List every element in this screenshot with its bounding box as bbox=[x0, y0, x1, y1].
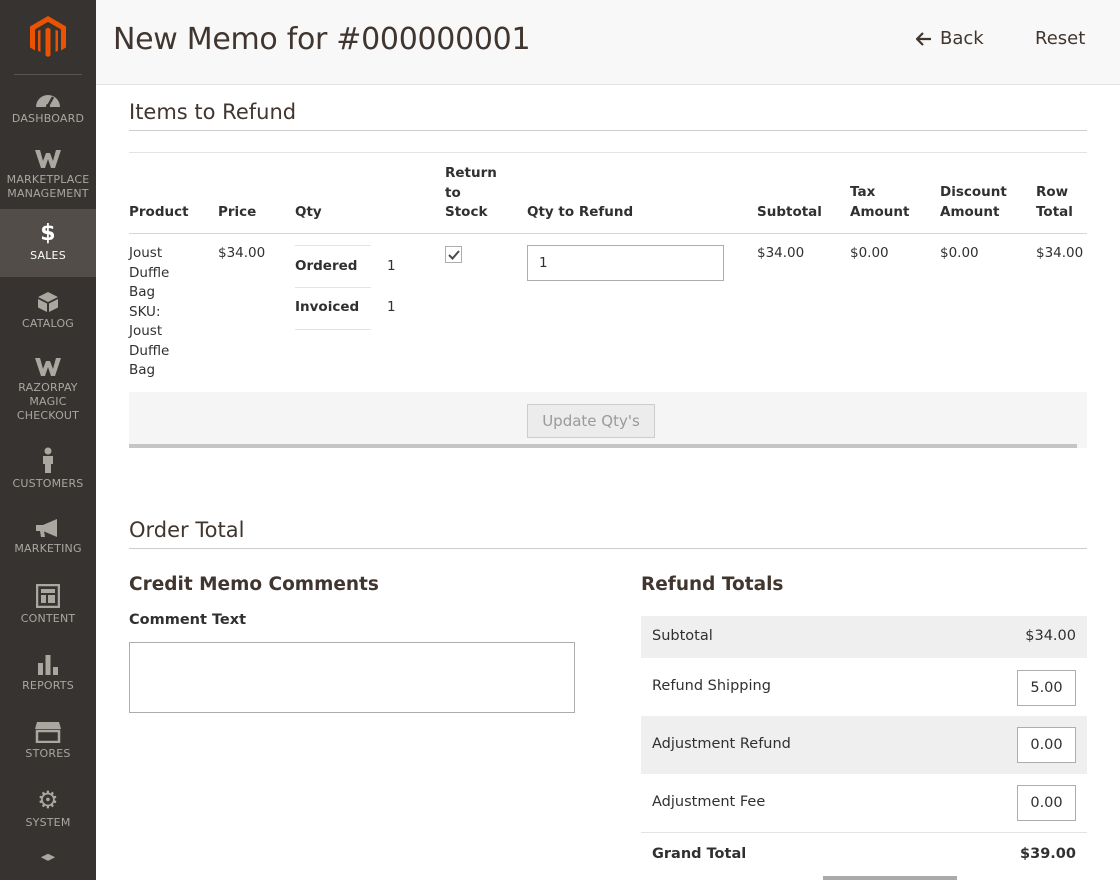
scroll-indicator bbox=[129, 444, 1077, 448]
sidebar-item-label: MARKETPLACE MANAGEMENT bbox=[6, 173, 90, 200]
credit-memo-comments-title: Credit Memo Comments bbox=[129, 574, 379, 595]
reset-button[interactable]: Reset bbox=[1035, 28, 1085, 49]
sidebar-item-label: SALES bbox=[30, 249, 66, 262]
subtotal-label: Subtotal bbox=[652, 628, 713, 644]
items-table: Product Price Qty Return to Stock Qty to… bbox=[129, 152, 1087, 448]
col-discount-amount: Discount Amount bbox=[940, 184, 1007, 220]
adjustment-fee-input[interactable]: 0.00 bbox=[1017, 785, 1076, 821]
sidebar-item-reports[interactable]: REPORTS bbox=[0, 639, 96, 707]
col-qty: Qty bbox=[295, 204, 322, 220]
price-cell: $34.00 bbox=[218, 245, 266, 261]
subtotal-cell: $34.00 bbox=[757, 245, 805, 261]
sidebar-item-stores[interactable]: STORES bbox=[0, 707, 96, 775]
checkmark-icon bbox=[447, 249, 460, 260]
qty-ordered-row: Ordered 1 bbox=[295, 245, 396, 288]
sidebar-item-dashboard[interactable]: DASHBOARD bbox=[0, 75, 96, 141]
adjustment-refund-label: Adjustment Refund bbox=[652, 736, 791, 752]
sidebar-item-sales[interactable]: $ SALES bbox=[0, 209, 96, 277]
invoiced-label: Invoiced bbox=[295, 299, 360, 315]
order-total-title: Order Total bbox=[129, 518, 1087, 549]
discount-amount-cell: $0.00 bbox=[940, 245, 979, 261]
update-qty-button[interactable]: Update Qty's bbox=[527, 404, 655, 438]
megaphone-icon bbox=[36, 519, 57, 537]
sidebar-item-label: CONTENT bbox=[20, 612, 76, 625]
adjustment-fee-row: Adjustment Fee 0.00 bbox=[641, 774, 1087, 833]
comment-text-field[interactable] bbox=[129, 642, 575, 713]
adjustment-refund-input[interactable]: 0.00 bbox=[1017, 727, 1076, 763]
sidebar-item-label: DASHBOARD bbox=[11, 112, 85, 125]
sku-label: SKU: bbox=[129, 303, 161, 320]
back-button[interactable]: Back bbox=[916, 28, 984, 49]
sidebar-item-label: MARKETING bbox=[14, 542, 82, 555]
ordered-value: 1 bbox=[387, 258, 396, 274]
comment-text-label: Comment Text bbox=[129, 612, 247, 628]
page-title: New Memo for #000000001 bbox=[113, 22, 531, 57]
adjustment-fee-label: Adjustment Fee bbox=[652, 794, 766, 810]
box-icon bbox=[40, 853, 56, 861]
col-tax-amount: Tax Amount bbox=[850, 184, 910, 220]
invoiced-value: 1 bbox=[387, 299, 396, 315]
refund-button-edge[interactable] bbox=[823, 876, 957, 880]
order-total-section: Order Total bbox=[129, 518, 1087, 549]
box-icon bbox=[38, 292, 58, 312]
page-header: New Memo for #000000001 Back Reset bbox=[96, 0, 1120, 85]
sidebar-item-razorpay[interactable]: RAZORPAY MAGIC CHECKOUT bbox=[0, 345, 96, 435]
grand-total-row: Grand Total $39.00 bbox=[641, 833, 1087, 873]
col-subtotal: Subtotal bbox=[757, 204, 822, 220]
sidebar-item-customers[interactable]: CUSTOMERS bbox=[0, 435, 96, 503]
refund-shipping-label: Refund Shipping bbox=[652, 678, 771, 694]
col-qty-to-refund: Qty to Refund bbox=[527, 204, 634, 220]
magento-logo[interactable] bbox=[0, 0, 96, 74]
razorpay-icon bbox=[35, 358, 61, 376]
col-row-total: Row Total bbox=[1036, 184, 1073, 220]
return-to-stock-checkbox[interactable] bbox=[445, 246, 462, 263]
col-product: Product bbox=[129, 204, 189, 220]
sidebar-item-label: CATALOG bbox=[21, 317, 75, 330]
header-divider bbox=[129, 233, 1087, 234]
grand-total-value: $39.00 bbox=[1020, 846, 1076, 862]
marketplace-icon bbox=[35, 150, 61, 168]
bar-chart-icon bbox=[38, 655, 58, 675]
layout-icon bbox=[36, 584, 60, 608]
admin-sidebar: DASHBOARD MARKETPLACE MANAGEMENT $ SALES… bbox=[0, 0, 96, 880]
storefront-icon bbox=[35, 722, 61, 743]
refund-shipping-row: Refund Shipping 5.00 bbox=[641, 658, 1087, 716]
col-return-to-stock: Return to Stock bbox=[445, 165, 497, 220]
dashboard-icon bbox=[36, 95, 60, 108]
arrow-left-icon bbox=[916, 31, 931, 46]
tax-amount-cell: $0.00 bbox=[850, 245, 889, 261]
subtotal-value: $34.00 bbox=[1025, 628, 1076, 644]
sidebar-item-marketing[interactable]: MARKETING bbox=[0, 503, 96, 571]
sidebar-item-marketplace[interactable]: MARKETPLACE MANAGEMENT bbox=[0, 141, 96, 209]
product-cell: Joust Duffle Bag SKU: Joust Duffle Bag bbox=[129, 244, 185, 381]
items-to-refund-title: Items to Refund bbox=[129, 100, 1087, 131]
sidebar-item-label: SYSTEM bbox=[25, 816, 71, 829]
sidebar-item-content[interactable]: CONTENT bbox=[0, 571, 96, 639]
dollar-icon: $ bbox=[40, 221, 56, 246]
ordered-label: Ordered bbox=[295, 258, 358, 274]
update-qty-bar: Update Qty's bbox=[129, 392, 1087, 448]
sidebar-item-label: RAZORPAY MAGIC CHECKOUT bbox=[16, 381, 80, 422]
person-icon bbox=[43, 447, 53, 473]
col-price: Price bbox=[218, 204, 257, 220]
gear-icon: ⚙ bbox=[37, 786, 59, 814]
qty-to-refund-input[interactable]: 1 bbox=[527, 245, 724, 281]
sidebar-item-label: REPORTS bbox=[22, 679, 74, 692]
subtotal-row: Subtotal $34.00 bbox=[641, 616, 1087, 658]
back-label: Back bbox=[940, 28, 984, 49]
sidebar-item-catalog[interactable]: CATALOG bbox=[0, 277, 96, 345]
refund-totals-title: Refund Totals bbox=[641, 574, 784, 595]
adjustment-refund-row: Adjustment Refund 0.00 bbox=[641, 716, 1087, 774]
sidebar-item-label: STORES bbox=[25, 747, 71, 760]
sidebar-item-label: CUSTOMERS bbox=[12, 477, 84, 490]
sidebar-item-more[interactable] bbox=[0, 843, 96, 867]
sidebar-item-system[interactable]: ⚙ SYSTEM bbox=[0, 775, 96, 843]
refund-shipping-input[interactable]: 5.00 bbox=[1017, 670, 1076, 706]
qty-invoiced-row: Invoiced 1 bbox=[295, 287, 396, 330]
row-total-cell: $34.00 bbox=[1036, 245, 1084, 261]
grand-total-label: Grand Total bbox=[652, 846, 747, 862]
product-sku: Joust Duffle Bag bbox=[129, 323, 170, 378]
product-name: Joust Duffle Bag bbox=[129, 245, 170, 300]
